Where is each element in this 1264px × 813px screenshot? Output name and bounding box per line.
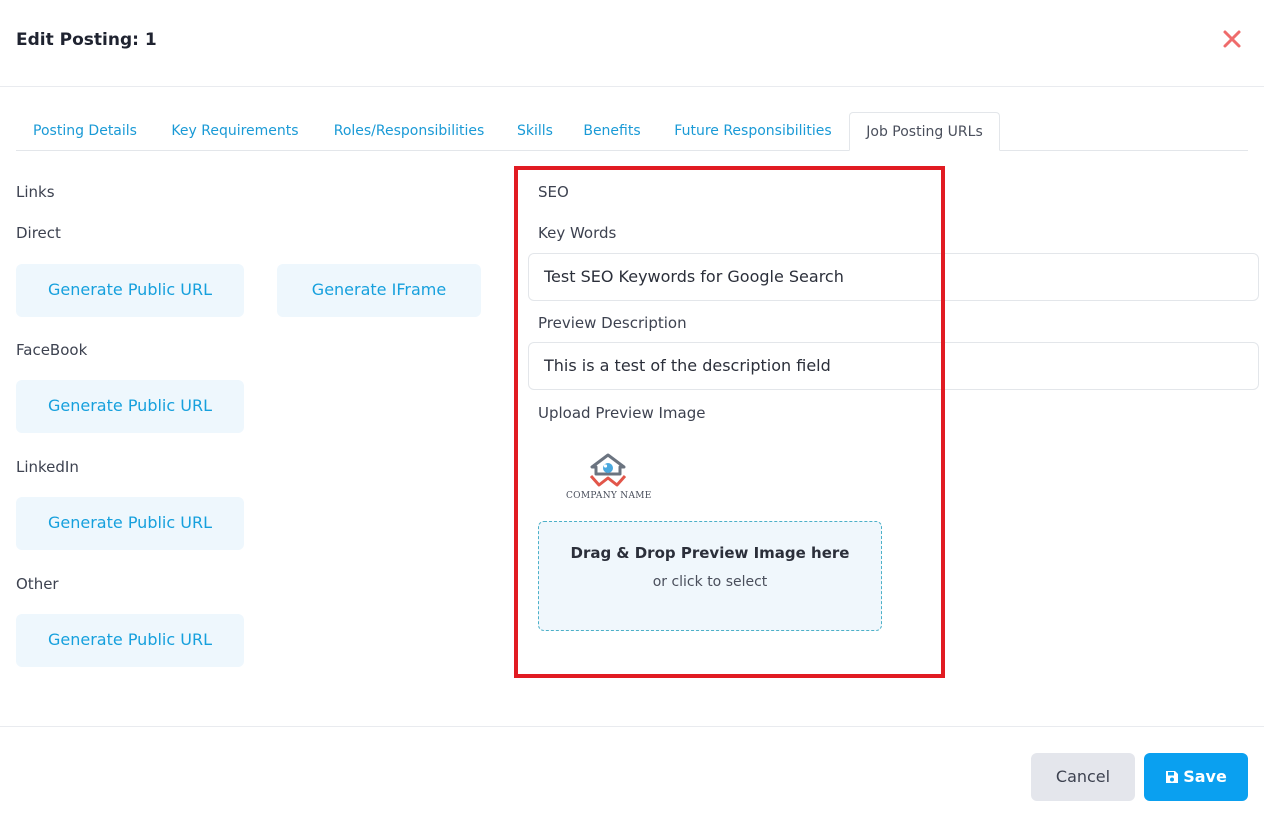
- keywords-input[interactable]: Test SEO Keywords for Google Search: [528, 253, 1259, 301]
- preview-image-dropzone[interactable]: Drag & Drop Preview Image here or click …: [538, 521, 882, 631]
- linkedin-generate-public-url-button[interactable]: Generate Public URL: [16, 497, 244, 550]
- other-generate-public-url-button[interactable]: Generate Public URL: [16, 614, 244, 667]
- direct-generate-iframe-button[interactable]: Generate IFrame: [277, 264, 481, 317]
- page-title: Edit Posting: 1: [16, 30, 157, 50]
- tab-job-posting-urls[interactable]: Job Posting URLs: [849, 112, 1000, 151]
- modal-header: Edit Posting: 1: [0, 0, 1264, 87]
- preview-description-input[interactable]: This is a test of the description field: [528, 342, 1259, 390]
- tab-future-responsibilities[interactable]: Future Responsibilities: [664, 112, 842, 151]
- company-logo-preview: COMPANY NAME: [566, 452, 652, 504]
- footer-divider: [0, 726, 1264, 727]
- floppy-disk-icon: [1166, 771, 1179, 783]
- tab-posting-details[interactable]: Posting Details: [16, 112, 154, 151]
- house-logo-icon: [589, 453, 627, 487]
- tab-roles-responsibilities[interactable]: Roles/Responsibilities: [320, 112, 498, 151]
- keywords-label: Key Words: [538, 224, 617, 242]
- linkedin-label: LinkedIn: [16, 458, 79, 476]
- links-heading: Links: [16, 183, 55, 201]
- preview-description-label: Preview Description: [538, 314, 687, 332]
- tab-benefits[interactable]: Benefits: [574, 112, 650, 151]
- cancel-button[interactable]: Cancel: [1031, 753, 1135, 801]
- tab-bar: Posting Details Key Requirements Roles/R…: [16, 112, 1248, 151]
- logo-company-name: COMPANY NAME: [566, 491, 652, 501]
- upload-preview-image-label: Upload Preview Image: [538, 404, 706, 422]
- tab-skills[interactable]: Skills: [508, 112, 562, 151]
- facebook-label: FaceBook: [16, 341, 88, 359]
- seo-heading: SEO: [538, 183, 569, 201]
- tab-key-requirements[interactable]: Key Requirements: [157, 112, 313, 151]
- close-icon[interactable]: [1219, 26, 1245, 52]
- direct-generate-public-url-button[interactable]: Generate Public URL: [16, 264, 244, 317]
- save-button[interactable]: Save: [1144, 753, 1248, 801]
- direct-label: Direct: [16, 224, 61, 242]
- save-label: Save: [1183, 767, 1227, 786]
- other-label: Other: [16, 575, 59, 593]
- dropzone-subtitle: or click to select: [652, 574, 768, 590]
- dropzone-title: Drag & Drop Preview Image here: [570, 544, 850, 562]
- facebook-generate-public-url-button[interactable]: Generate Public URL: [16, 380, 244, 433]
